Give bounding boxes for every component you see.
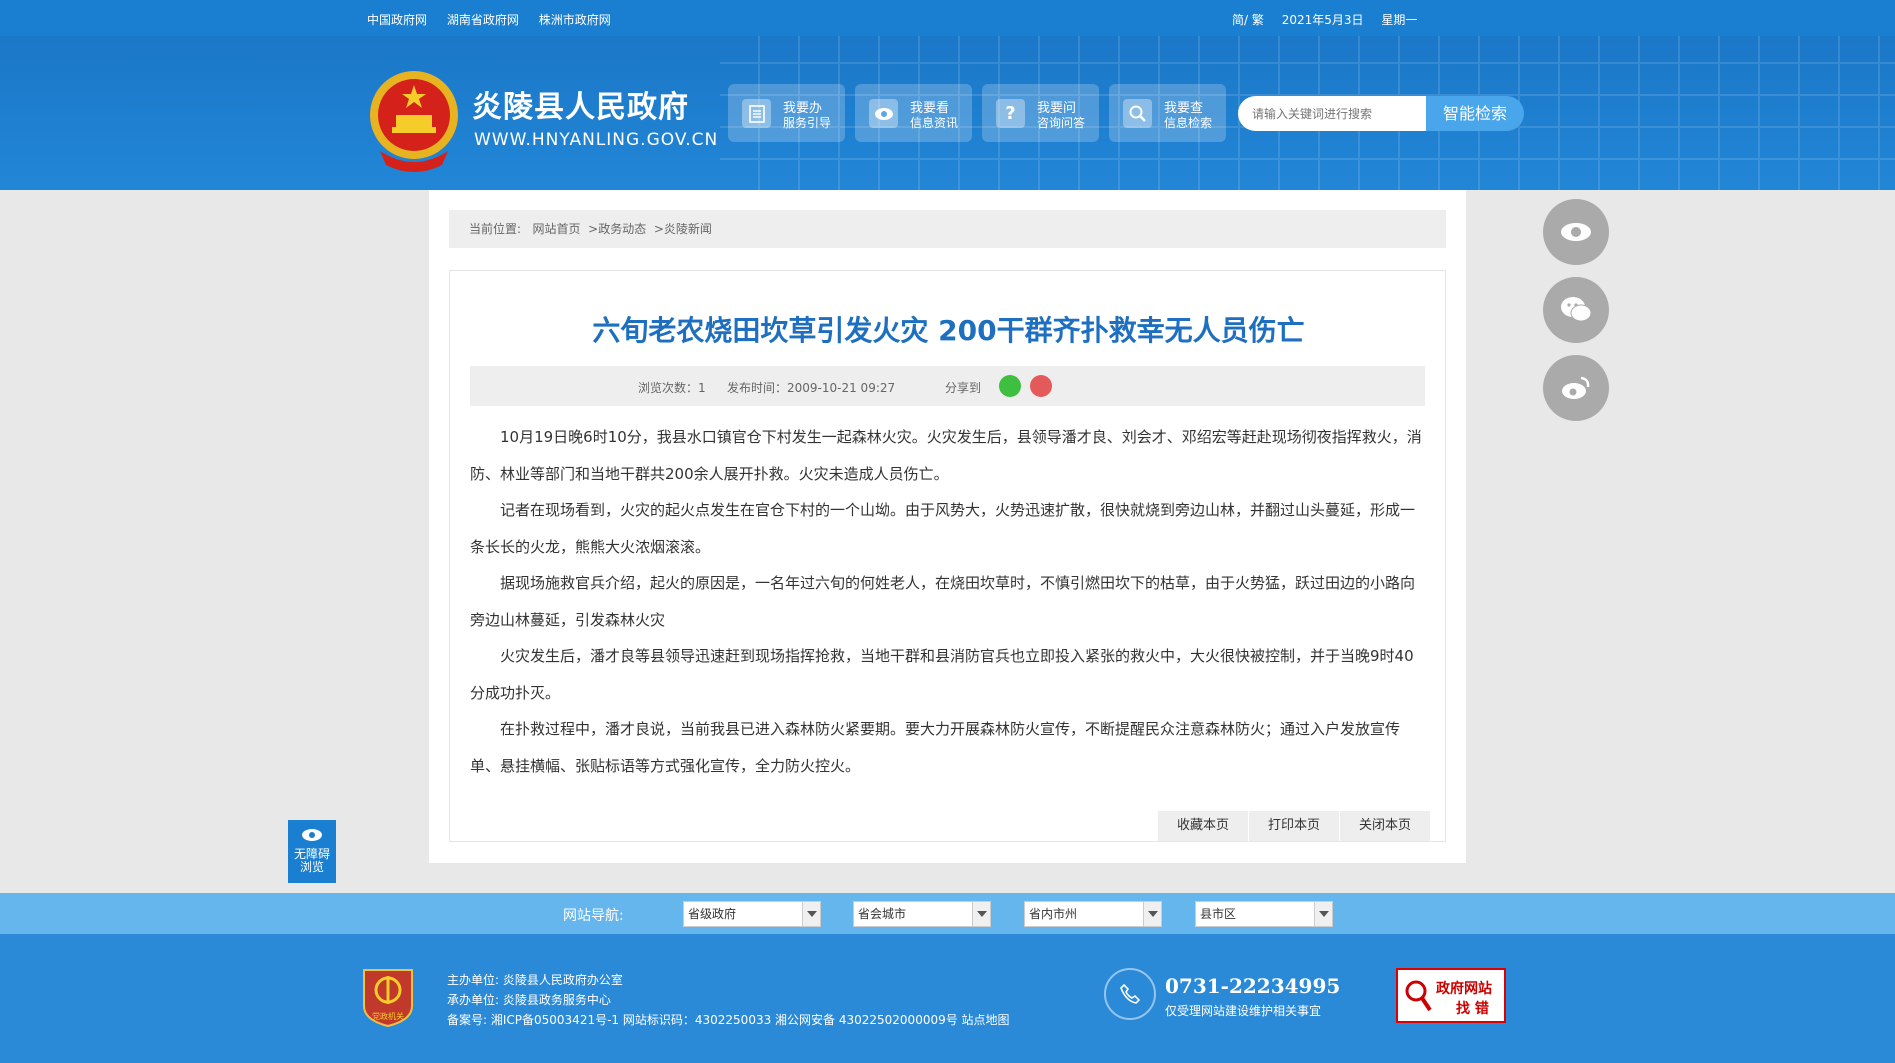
site-nav-strip: 网站导航: 省级政府 省会城市 省内市州 县市区 — [0, 893, 1895, 934]
gov-site-error-report-button[interactable]: 政府网站 找 错 — [1396, 968, 1506, 1023]
organizer-unit: 承办单位: 炎陵县政务服务中心 — [447, 993, 611, 1007]
float-wechat-button[interactable] — [1543, 277, 1609, 343]
link-hunan-gov[interactable]: 湖南省政府网 — [447, 13, 519, 27]
chevron-down-icon — [1143, 902, 1161, 926]
accessibility-button[interactable]: 无障碍 浏览 — [288, 820, 336, 883]
contact-phone-note: 仅受理网站建设维护相关事宜 — [1165, 1004, 1322, 1018]
select-value: 省内市州 — [1029, 907, 1078, 921]
eye-icon — [1561, 223, 1591, 241]
breadcrumb: 当前位置: 网站首页 >政务动态 >炎陵新闻 — [449, 210, 1446, 248]
btn-label-sub: 咨询问答 — [1037, 116, 1086, 130]
magnifier-icon — [1405, 980, 1432, 1012]
party-gov-badge-label: 党政机关 — [372, 1011, 404, 1021]
bookmark-button[interactable]: 收藏本页 — [1158, 811, 1248, 841]
top-bar: 中国政府网 湖南省政府网 株洲市政府网 简/ 繁 2021年5月3日 星期一 — [0, 0, 1895, 36]
search-box: 智能检索 — [1238, 96, 1524, 131]
contact-phone: 0731-22234995 — [1165, 974, 1341, 998]
chevron-down-icon — [802, 902, 820, 926]
share-label: 分享到 — [945, 381, 982, 395]
select-province-cities[interactable]: 省内市州 — [1024, 901, 1162, 927]
phone-icon — [1104, 968, 1156, 1020]
eye-icon — [302, 829, 322, 841]
view-count: 浏览次数：1 — [638, 381, 706, 395]
top-links: 中国政府网 湖南省政府网 株洲市政府网 — [367, 11, 627, 28]
main-container: 当前位置: 网站首页 >政务动态 >炎陵新闻 六旬老农烧田坎草引发火灾 200干… — [429, 190, 1466, 863]
accessibility-label: 无障碍 浏览 — [288, 848, 336, 874]
btn-label-sub: 信息资讯 — [910, 116, 959, 130]
record-info: 备案号: 湘ICP备05003421号-1 网站标识码：4302250033 湘… — [447, 1013, 1010, 1027]
link-zhuzhou-gov[interactable]: 株洲市政府网 — [539, 13, 611, 27]
select-counties[interactable]: 县市区 — [1195, 901, 1333, 927]
print-button[interactable]: 打印本页 — [1249, 811, 1339, 841]
float-weibo-button[interactable] — [1543, 355, 1609, 421]
page-actions: 收藏本页 打印本页 关闭本页 — [1158, 811, 1431, 841]
select-value: 省级政府 — [688, 907, 737, 921]
select-value: 县市区 — [1200, 907, 1237, 921]
btn-consult-qa[interactable]: ? 我要问 咨询问答 — [982, 84, 1099, 142]
footer-info: 主办单位: 炎陵县人民政府办公室 承办单位: 炎陵县政务服务中心 备案号: 湘I… — [447, 970, 1010, 1030]
btn-service-guide[interactable]: 我要办 服务引导 — [728, 84, 845, 142]
btn-info-search[interactable]: 我要查 信息检索 — [1109, 84, 1226, 142]
chevron-down-icon — [1314, 902, 1332, 926]
paragraph: 火灾发生后，潘才良等县领导迅速赶到现场指挥抢救，当地干群和县消防官兵也立即投入紧… — [470, 647, 1414, 702]
breadcrumb-prefix: 当前位置: — [469, 222, 522, 236]
weibo-share-icon[interactable] — [1030, 375, 1052, 397]
top-right: 简/ 繁 2021年5月3日 星期一 — [1232, 11, 1431, 28]
close-page-button[interactable]: 关闭本页 — [1340, 811, 1430, 841]
wechat-share-icon[interactable] — [999, 375, 1021, 397]
site-name[interactable]: 炎陵县人民政府 — [472, 82, 689, 126]
breadcrumb-gov-news[interactable]: >政务动态 — [588, 222, 646, 236]
paragraph: 据现场施救官兵介绍，起火的原因是，一名年过六旬的何姓老人，在烧田坎草时，不慎引燃… — [470, 574, 1416, 629]
site-domain: WWW.HNYANLING.GOV.CN — [474, 130, 719, 150]
breadcrumb-yanling-news[interactable]: >炎陵新闻 — [654, 222, 712, 236]
paragraph: 10月19日晚6时10分，我县水口镇官仓下村发生一起森林火灾。火灾发生后，县领导… — [470, 428, 1422, 483]
article-meta: 浏览次数：1 发布时间：2009-10-21 09:27 分享到 — [470, 366, 1425, 406]
party-gov-badge-icon[interactable]: 党政机关 — [362, 966, 414, 1028]
sponsor-unit: 主办单位: 炎陵县人民政府办公室 — [447, 973, 623, 987]
error-report-label-1: 政府网站 — [1436, 981, 1492, 997]
btn-info-news[interactable]: 我要看 信息资讯 — [855, 84, 972, 142]
search-input[interactable] — [1238, 96, 1428, 131]
article-body: 10月19日晚6时10分，我县水口镇官仓下村发生一起森林火灾。火灾发生后，县领导… — [470, 419, 1425, 784]
lang-switch[interactable]: 简/ 繁 — [1232, 13, 1264, 27]
eye-icon — [869, 99, 898, 128]
chevron-down-icon — [972, 902, 990, 926]
current-date: 2021年5月3日 — [1281, 13, 1364, 27]
question-icon: ? — [996, 99, 1025, 128]
site-nav-label: 网站导航: — [563, 908, 624, 924]
search-button[interactable]: 智能检索 — [1426, 96, 1524, 131]
select-capital-city[interactable]: 省会城市 — [853, 901, 991, 927]
weibo-icon — [1562, 376, 1590, 399]
article-title: 六旬老农烧田坎草引发火灾 200干群齐扑救幸无人员伤亡 — [592, 314, 1305, 347]
header: 炎陵县人民政府 WWW.HNYANLING.GOV.CN 我要办 服务引导 我要… — [0, 36, 1895, 190]
error-report-label-2: 找 错 — [1456, 1001, 1489, 1017]
publish-date: 发布时间：2009-10-21 09:27 — [727, 381, 896, 395]
document-icon — [742, 99, 771, 128]
select-value: 省会城市 — [858, 907, 907, 921]
select-provincial-gov[interactable]: 省级政府 — [683, 901, 821, 927]
paragraph: 记者在现场看到，火灾的起火点发生在官仓下村的一个山坳。由于风势大，火势迅速扩散，… — [470, 501, 1416, 556]
accessibility-line-2: 浏览 — [299, 860, 324, 874]
national-emblem-icon — [370, 71, 458, 172]
wechat-icon — [1561, 297, 1592, 322]
link-gov-cn[interactable]: 中国政府网 — [367, 13, 427, 27]
article: 六旬老农烧田坎草引发火灾 200干群齐扑救幸无人员伤亡 浏览次数：1 发布时间：… — [449, 270, 1446, 842]
paragraph: 在扑救过程中，潘才良说，当前我县已进入森林防火紧要期。要大力开展森林防火宣传，不… — [470, 720, 1401, 775]
current-weekday: 星期一 — [1381, 13, 1418, 27]
breadcrumb-home[interactable]: 网站首页 — [533, 222, 581, 236]
float-eye-button[interactable] — [1543, 199, 1609, 265]
btn-label-sub: 服务引导 — [783, 116, 832, 130]
footer: 党政机关 主办单位: 炎陵县人民政府办公室 承办单位: 炎陵县政务服务中心 备案… — [0, 934, 1895, 1063]
search-icon — [1123, 99, 1152, 128]
btn-label-sub: 信息检索 — [1164, 116, 1213, 130]
